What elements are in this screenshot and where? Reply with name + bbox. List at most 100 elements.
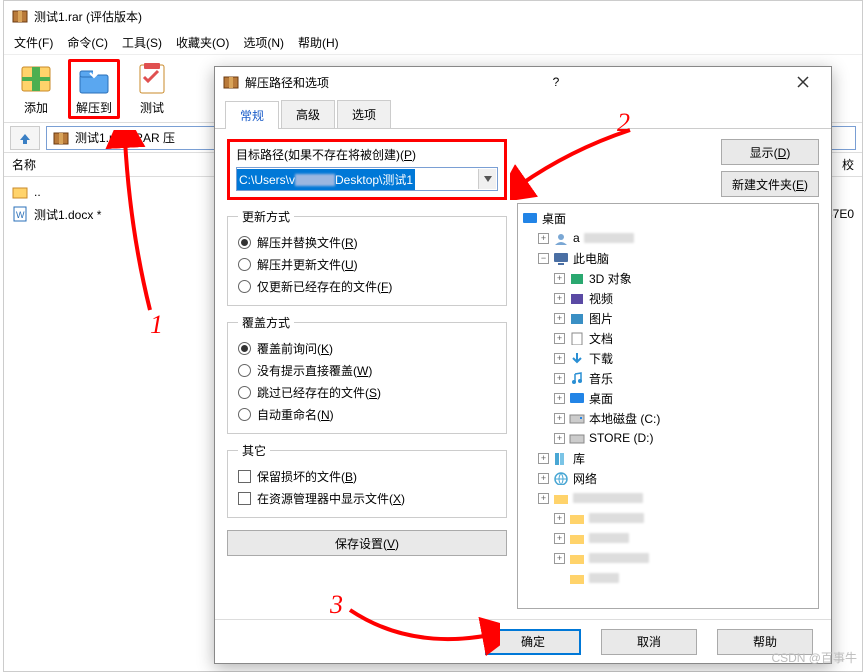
tree-this-pc[interactable]: −此电脑 <box>538 248 814 268</box>
expand-icon[interactable]: + <box>554 513 565 524</box>
toolbar-extract-label: 解压到 <box>76 99 112 116</box>
main-title-bar: 测试1.rar (评估版本) <box>4 1 862 31</box>
destination-path-input[interactable]: C:\Users\vDesktop\测试1 <box>236 167 498 191</box>
save-settings-button[interactable]: 保存设置(V) <box>227 530 507 556</box>
tree-disk-d[interactable]: +STORE (D:) <box>554 428 814 448</box>
tree-disk-c[interactable]: +本地磁盘 (C:) <box>554 408 814 428</box>
misc-legend: 其它 <box>238 442 270 459</box>
tree-network[interactable]: +网络 <box>538 468 814 488</box>
tree-desktop-2[interactable]: +桌面 <box>554 388 814 408</box>
music-icon <box>569 371 585 385</box>
collapse-icon[interactable]: − <box>538 253 549 264</box>
tree-videos[interactable]: +视频 <box>554 288 814 308</box>
expand-icon[interactable]: + <box>538 473 549 484</box>
add-archive-icon <box>18 61 54 97</box>
folder-icon <box>569 571 585 585</box>
expand-icon[interactable]: + <box>554 533 565 544</box>
show-explorer-checkbox[interactable]: 在资源管理器中显示文件(X) <box>238 487 496 509</box>
tab-options[interactable]: 选项 <box>337 100 391 128</box>
path-dropdown-button[interactable] <box>478 169 496 189</box>
dialog-footer: 确定 取消 帮助 <box>215 619 831 663</box>
expand-icon[interactable]: + <box>538 233 549 244</box>
menu-help[interactable]: 帮助(H) <box>298 34 339 51</box>
expand-icon[interactable]: + <box>554 313 565 324</box>
expand-icon[interactable]: + <box>554 553 565 564</box>
expand-icon[interactable]: + <box>554 413 565 424</box>
folder-icon <box>553 491 569 505</box>
close-button[interactable] <box>783 68 823 96</box>
col-name[interactable]: 名称 <box>12 156 36 173</box>
pc-icon <box>553 251 569 265</box>
desktop-icon <box>569 391 585 405</box>
tree-desktop[interactable]: 桌面 <box>522 208 814 228</box>
destination-path-label: 目标路径(如果不存在将被创建)(P) <box>236 146 498 163</box>
overwrite-noask-option[interactable]: 没有提示直接覆盖(W) <box>238 359 496 381</box>
expand-icon[interactable]: + <box>554 393 565 404</box>
folder-up-icon <box>12 184 28 200</box>
folder-icon <box>569 531 585 545</box>
update-refresh-option[interactable]: 解压并更新文件(U) <box>238 253 496 275</box>
svg-text:W: W <box>16 210 25 220</box>
menu-favorites[interactable]: 收藏夹(O) <box>176 34 229 51</box>
tree-item-blurred[interactable]: + <box>554 508 814 528</box>
tab-general[interactable]: 常规 <box>225 101 279 129</box>
overwrite-skip-option[interactable]: 跳过已经存在的文件(S) <box>238 381 496 403</box>
tree-music[interactable]: +音乐 <box>554 368 814 388</box>
tree-pictures[interactable]: +图片 <box>554 308 814 328</box>
expand-icon[interactable]: + <box>554 333 565 344</box>
toolbar-test-button[interactable]: 测试 <box>126 59 178 119</box>
tree-item-blurred[interactable]: + <box>554 548 814 568</box>
tree-item-blurred[interactable]: + <box>554 528 814 548</box>
update-existing-option[interactable]: 仅更新已经存在的文件(F) <box>238 275 496 297</box>
new-folder-button[interactable]: 新建文件夹(E) <box>721 171 819 197</box>
winrar-icon <box>223 74 239 90</box>
radio-icon <box>238 408 251 421</box>
menu-command[interactable]: 命令(C) <box>67 34 108 51</box>
toolbar-add-button[interactable]: 添加 <box>10 59 62 119</box>
update-legend: 更新方式 <box>238 208 294 225</box>
list-up-label: .. <box>34 185 41 199</box>
desktop-icon <box>522 211 538 225</box>
tree-user[interactable]: +a <box>538 228 814 248</box>
tab-advanced[interactable]: 高级 <box>281 100 335 128</box>
help-button[interactable]: ? <box>536 75 576 89</box>
ok-button[interactable]: 确定 <box>485 629 581 655</box>
tree-item-blurred[interactable]: + <box>538 488 814 508</box>
display-button[interactable]: 显示(D) <box>721 139 819 165</box>
tree-3d-objects[interactable]: +3D 对象 <box>554 268 814 288</box>
tree-libraries[interactable]: +库 <box>538 448 814 468</box>
expand-icon[interactable]: + <box>554 353 565 364</box>
col-crc[interactable]: 校 <box>842 156 854 173</box>
expand-icon[interactable]: + <box>554 293 565 304</box>
expand-icon[interactable]: + <box>538 453 549 464</box>
expand-icon[interactable]: + <box>538 493 549 504</box>
expand-icon[interactable]: + <box>554 273 565 284</box>
folder-tree[interactable]: 桌面 +a −此电脑 +3D 对象 +视频 +图片 +文档 +下载 +音乐 +桌… <box>517 203 819 609</box>
radio-icon <box>238 258 251 271</box>
dialog-left-column: 目标路径(如果不存在将被创建)(P) C:\Users\vDesktop\测试1… <box>227 139 507 609</box>
pictures-icon <box>569 311 585 325</box>
toolbar-extract-to-button[interactable]: 解压到 <box>68 59 120 119</box>
radio-icon <box>238 386 251 399</box>
window-title: 测试1.rar (评估版本) <box>34 8 142 25</box>
cancel-button[interactable]: 取消 <box>601 629 697 655</box>
checkbox-icon <box>238 470 251 483</box>
menu-file[interactable]: 文件(F) <box>14 34 53 51</box>
tree-item-blurred[interactable] <box>554 568 814 588</box>
update-replace-option[interactable]: 解压并替换文件(R) <box>238 231 496 253</box>
dialog-title: 解压路径和选项 <box>245 74 329 91</box>
word-doc-icon: W <box>12 206 28 222</box>
overwrite-rename-option[interactable]: 自动重命名(N) <box>238 403 496 425</box>
keep-broken-checkbox[interactable]: 保留损坏的文件(B) <box>238 465 496 487</box>
expand-icon[interactable]: + <box>554 433 565 444</box>
watermark: CSDN @百事牛 <box>771 649 857 666</box>
menu-options[interactable]: 选项(N) <box>243 34 284 51</box>
tree-documents[interactable]: +文档 <box>554 328 814 348</box>
test-icon <box>134 61 170 97</box>
overwrite-ask-option[interactable]: 覆盖前询问(K) <box>238 337 496 359</box>
nav-up-button[interactable] <box>10 126 40 150</box>
expand-icon[interactable]: + <box>554 373 565 384</box>
tree-downloads[interactable]: +下载 <box>554 348 814 368</box>
menu-tools[interactable]: 工具(S) <box>122 34 162 51</box>
libraries-icon <box>553 451 569 465</box>
